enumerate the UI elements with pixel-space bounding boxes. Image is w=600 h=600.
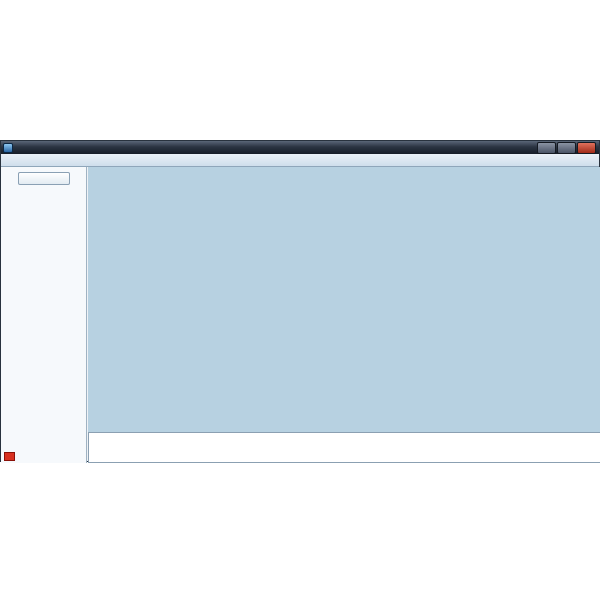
sidebar [1, 167, 87, 463]
log-panel [88, 432, 600, 463]
minimize-button[interactable] [537, 142, 556, 154]
demo-button[interactable] [18, 172, 70, 185]
maximize-button[interactable] [557, 142, 576, 154]
app-icon [3, 143, 13, 153]
close-button[interactable] [577, 142, 596, 154]
log-message [89, 433, 600, 435]
desktop [0, 0, 600, 600]
diagram-area [88, 167, 600, 432]
title-bar[interactable] [1, 141, 599, 154]
hvac-diagram [88, 167, 600, 432]
tab-bar [1, 154, 599, 167]
alert-icon [4, 452, 15, 461]
app-window [0, 140, 600, 462]
